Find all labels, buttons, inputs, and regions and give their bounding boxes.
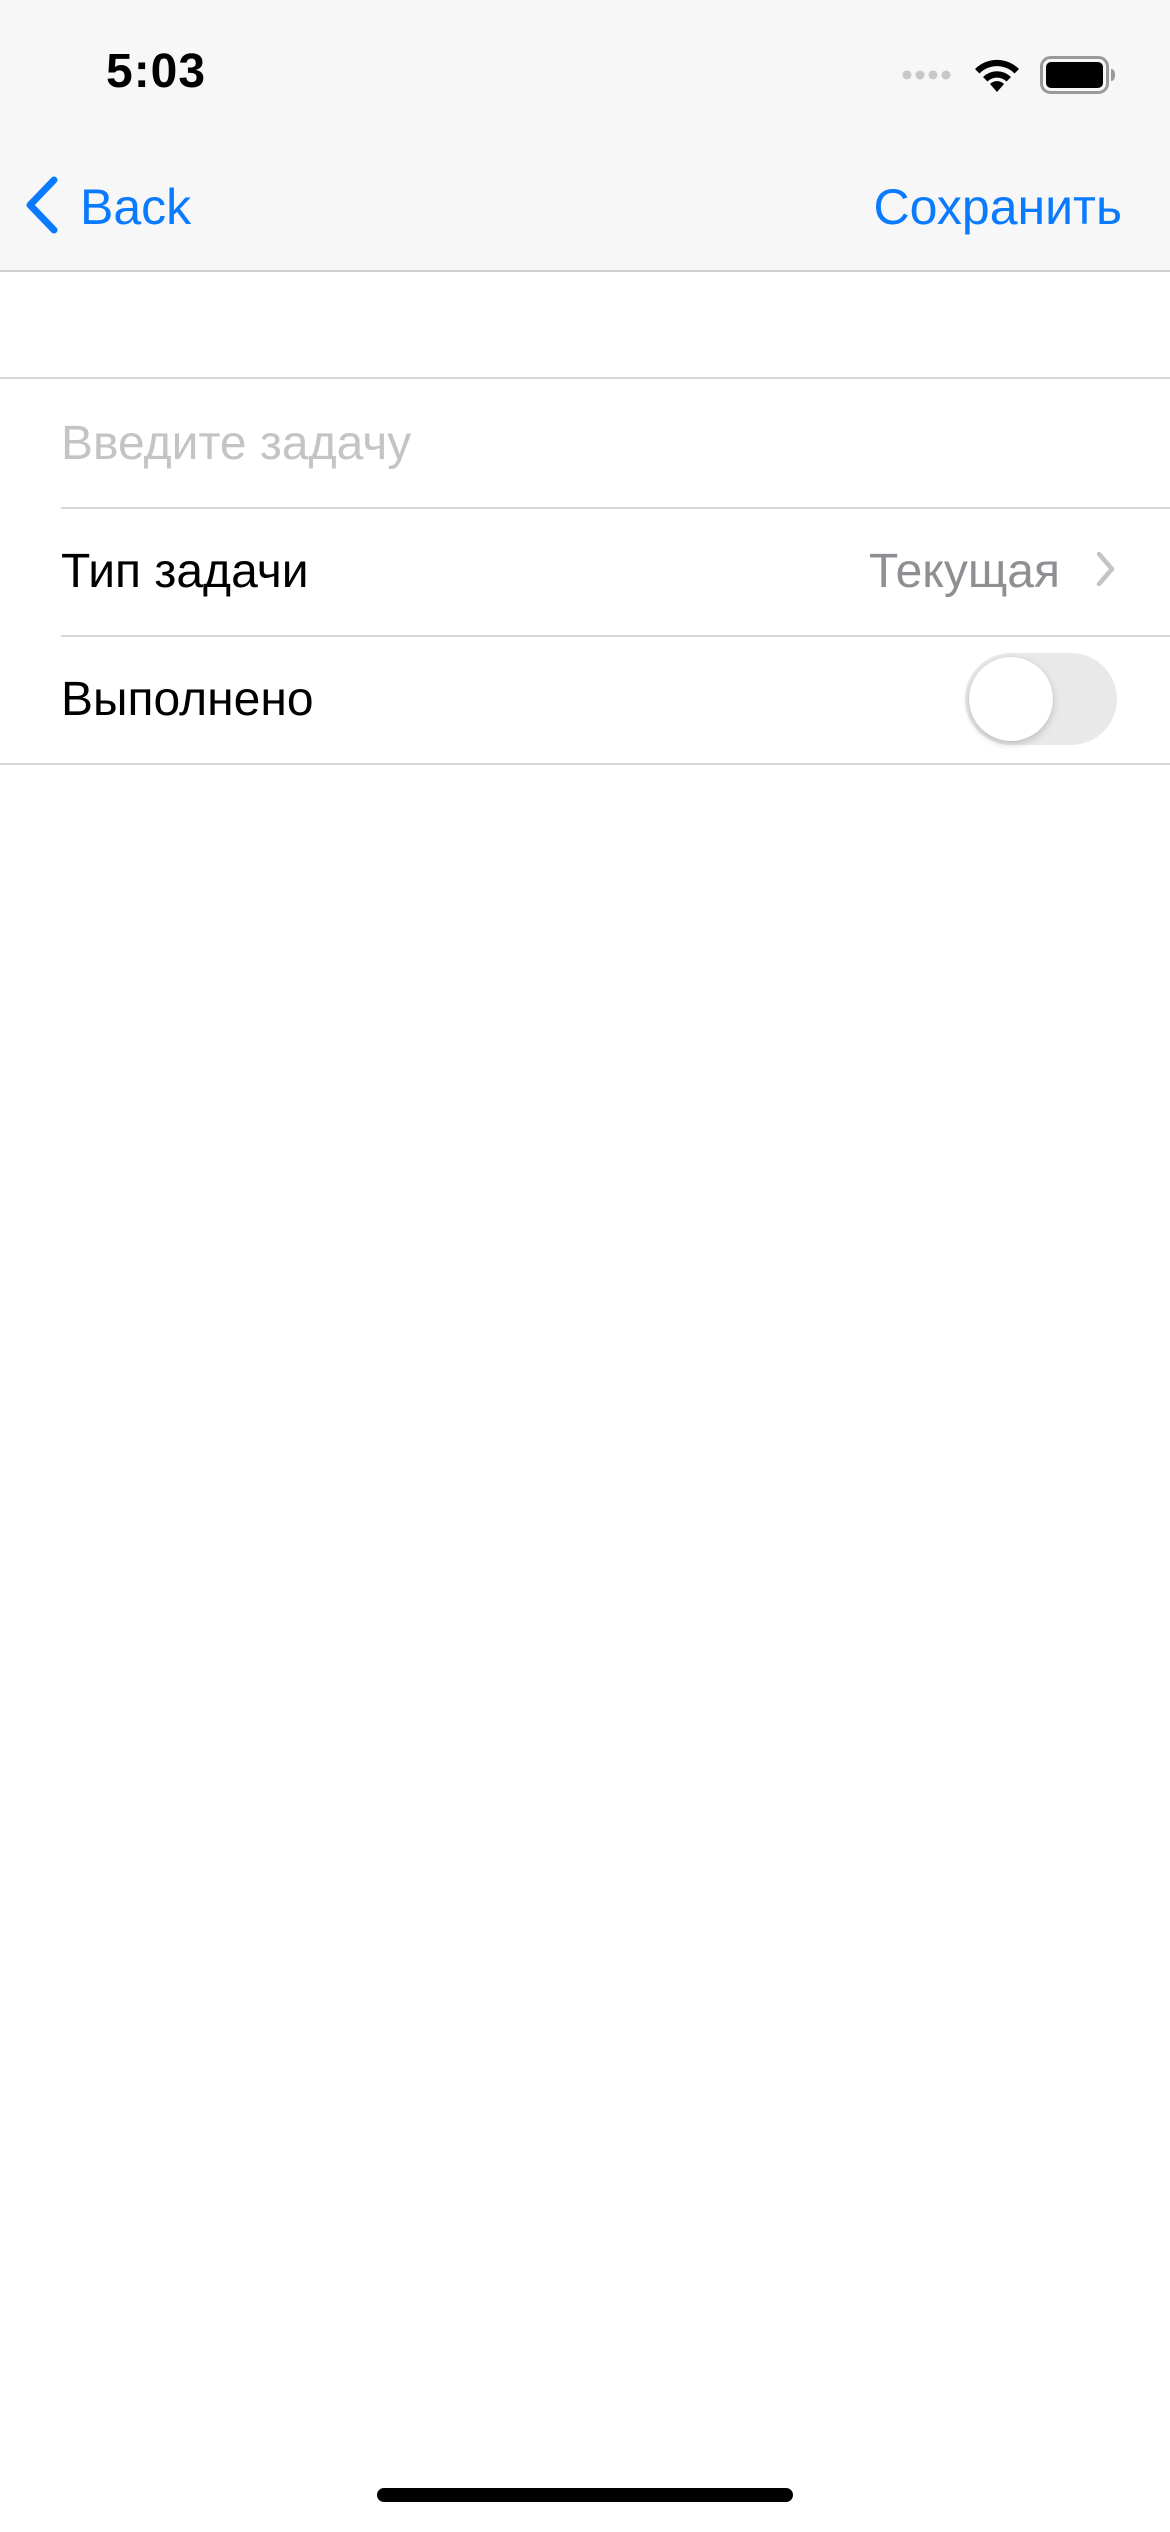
- navigation-header: 5:03 Back Сохранить: [0, 0, 1170, 272]
- toggle-knob: [969, 657, 1053, 741]
- task-input-row: [0, 379, 1170, 507]
- chevron-right-icon: [1096, 551, 1116, 592]
- status-icons: [902, 50, 1116, 100]
- home-indicator: [377, 2488, 793, 2502]
- save-button[interactable]: Сохранить: [874, 170, 1122, 244]
- status-time: 5:03: [106, 45, 207, 98]
- screen: 5:03 Back Сохранить Введите задачу Тип з…: [0, 0, 1170, 2532]
- done-label: Выполнено: [61, 672, 314, 726]
- task-type-row[interactable]: Тип задачи Текущая: [0, 507, 1170, 635]
- wifi-icon: [972, 56, 1022, 94]
- back-button[interactable]: Back: [22, 170, 191, 244]
- battery-icon: [1040, 56, 1116, 94]
- cellular-signal-icon: [902, 68, 954, 82]
- done-toggle[interactable]: [965, 653, 1117, 745]
- back-button-label: Back: [80, 179, 192, 235]
- task-type-value: Текущая: [868, 544, 1060, 598]
- task-type-label: Тип задачи: [61, 544, 309, 598]
- done-row: Выполнено: [0, 635, 1170, 763]
- task-form: Тип задачи Текущая Выполнено: [0, 377, 1170, 765]
- chevron-left-icon: [22, 175, 60, 240]
- task-input[interactable]: [61, 415, 1116, 471]
